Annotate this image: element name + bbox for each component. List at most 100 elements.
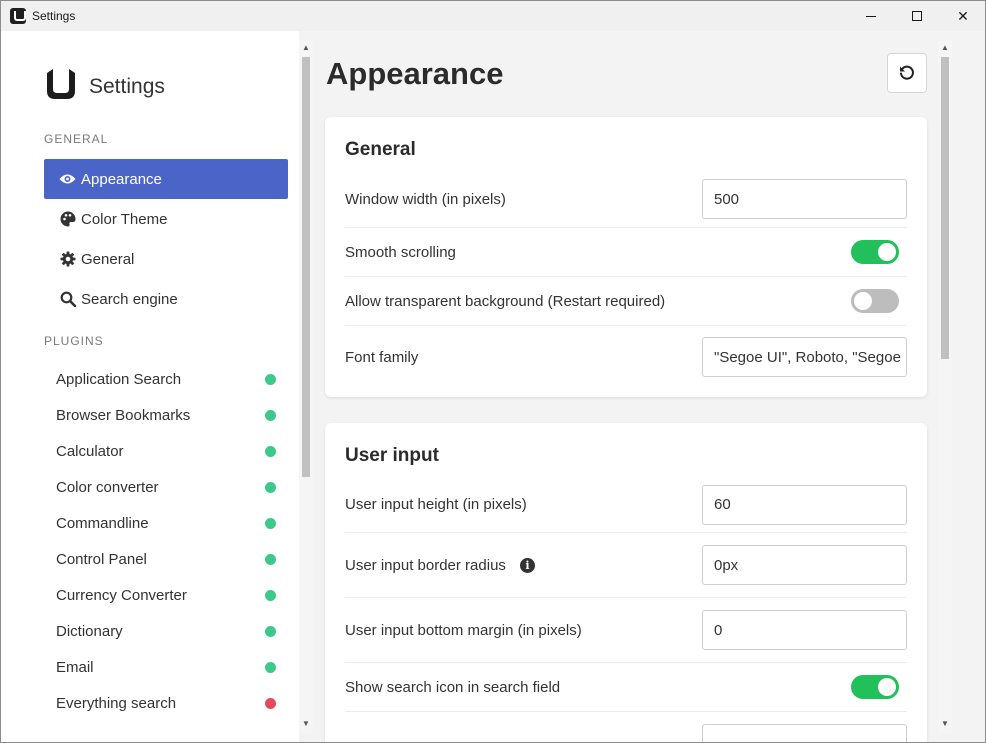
sidebar-item-general[interactable]: General <box>44 239 288 279</box>
setting-label: User input border radius i <box>345 557 535 574</box>
sidebar-item-email[interactable]: Email <box>56 649 278 685</box>
plugin-label: Everything search <box>56 694 177 712</box>
palette-icon <box>59 211 76 228</box>
sidebar-item-currency-converter[interactable]: Currency Converter <box>56 577 278 613</box>
section-label-general: GENERAL <box>44 132 109 146</box>
setting-row-input-height: User input height (in pixels) 60 <box>345 477 907 533</box>
sidebar-item-everything-search[interactable]: Everything search <box>56 685 278 721</box>
maximize-icon <box>912 11 922 21</box>
sidebar-item-color-theme[interactable]: Color Theme <box>44 199 288 239</box>
status-dot-disabled <box>265 697 276 709</box>
search-icon <box>59 291 76 308</box>
setting-label: Allow transparent background (Restart re… <box>345 292 666 310</box>
toggle-knob <box>878 678 896 696</box>
minimize-button[interactable] <box>848 1 894 31</box>
setting-label-text: User input border radius <box>345 556 506 574</box>
plugin-label: Currency Converter <box>56 586 187 604</box>
section-label-plugins: PLUGINS <box>44 334 104 348</box>
plugin-label: Color converter <box>56 478 159 496</box>
main-content: Appearance General Window width (in pixe… <box>313 31 937 742</box>
status-dot-enabled <box>265 409 276 421</box>
sidebar-item-application-search[interactable]: Application Search <box>56 361 278 397</box>
sidebar-item-label: Appearance <box>81 170 162 188</box>
status-dot-enabled <box>265 589 276 601</box>
toggle-knob <box>854 292 872 310</box>
app-logo-icon <box>10 8 26 24</box>
status-dot-enabled <box>265 373 276 385</box>
eye-icon <box>59 171 76 188</box>
plugin-label: Commandline <box>56 514 149 532</box>
sidebar-item-control-panel[interactable]: Control Panel <box>56 541 278 577</box>
user-input-card: User input User input height (in pixels)… <box>325 423 927 742</box>
sidebar-item-color-converter[interactable]: Color converter <box>56 469 278 505</box>
setting-row-smooth-scrolling: Smooth scrolling <box>345 228 907 277</box>
setting-label: Show search icon in search field <box>345 678 561 696</box>
status-dot-enabled <box>265 553 276 565</box>
plugin-label: Email <box>56 658 94 676</box>
bottom-margin-input[interactable]: 0 <box>702 610 907 650</box>
sidebar-item-label: General <box>81 250 135 268</box>
general-card: General Window width (in pixels) 500 Smo… <box>325 117 927 397</box>
plugin-label: Application Search <box>56 370 182 388</box>
scroll-down-arrow-icon[interactable]: ▼ <box>299 717 313 729</box>
smooth-scrolling-toggle[interactable] <box>851 240 899 264</box>
scroll-down-arrow-icon[interactable]: ▼ <box>938 717 952 729</box>
sidebar-scrollbar[interactable]: ▲ ▼ <box>299 41 313 733</box>
status-dot-enabled <box>265 481 276 493</box>
setting-row-border-radius: User input border radius i 0px <box>345 533 907 598</box>
title-bar: Settings ✕ <box>1 1 985 31</box>
font-family-input[interactable]: "Segoe UI", Roboto, "Segoe <box>702 337 907 377</box>
sidebar-item-search-engine[interactable]: Search engine <box>44 279 288 319</box>
reset-button[interactable] <box>887 53 927 93</box>
scroll-up-arrow-icon[interactable]: ▲ <box>299 41 313 53</box>
sidebar-scroll-thumb[interactable] <box>302 57 310 477</box>
close-icon: ✕ <box>957 7 969 24</box>
setting-row-show-search-icon: Show search icon in search field <box>345 663 907 712</box>
status-dot-enabled <box>265 661 276 673</box>
show-search-icon-toggle[interactable] <box>851 675 899 699</box>
scroll-up-arrow-icon[interactable]: ▲ <box>938 41 952 53</box>
sidebar-item-label: Color Theme <box>81 210 168 228</box>
sidebar: Settings GENERAL Appearance Color Theme … <box>1 31 299 742</box>
gear-icon <box>59 251 76 268</box>
sidebar-item-appearance[interactable]: Appearance <box>44 159 288 199</box>
window-title: Settings <box>32 9 76 23</box>
sidebar-item-calculator[interactable]: Calculator <box>56 433 278 469</box>
card-title-user-input: User input <box>345 445 439 466</box>
plugin-label: Calculator <box>56 442 124 460</box>
border-radius-input[interactable]: 0px <box>702 545 907 585</box>
window-width-input[interactable]: 500 <box>702 179 907 219</box>
status-dot-enabled <box>265 625 276 637</box>
transparent-background-toggle[interactable] <box>851 289 899 313</box>
plugin-label: Control Panel <box>56 550 147 568</box>
sidebar-item-commandline[interactable]: Commandline <box>56 505 278 541</box>
plugin-label: Dictionary <box>56 622 123 640</box>
status-dot-enabled <box>265 445 276 457</box>
setting-row-partial <box>345 712 907 742</box>
setting-row-bottom-margin: User input bottom margin (in pixels) 0 <box>345 598 907 663</box>
setting-label: User input bottom margin (in pixels) <box>345 621 582 639</box>
close-button[interactable]: ✕ <box>940 1 985 31</box>
setting-label: Smooth scrolling <box>345 243 456 261</box>
setting-label: Font family <box>345 348 419 366</box>
page-title: Appearance <box>326 56 504 91</box>
settings-window: Settings ✕ Settings GENERAL Appearance C… <box>0 0 986 743</box>
plugin-label: Browser Bookmarks <box>56 406 191 424</box>
sidebar-item-dictionary[interactable]: Dictionary <box>56 613 278 649</box>
brand-logo-icon <box>47 69 75 99</box>
setting-row-window-width: Window width (in pixels) 500 <box>345 171 907 228</box>
setting-row-transparent-background: Allow transparent background (Restart re… <box>345 277 907 326</box>
main-scroll-thumb[interactable] <box>941 57 949 359</box>
card-title-general: General <box>345 139 416 160</box>
toggle-knob <box>878 243 896 261</box>
main-scrollbar[interactable]: ▲ ▼ <box>938 41 952 733</box>
partial-input[interactable] <box>702 724 907 742</box>
maximize-button[interactable] <box>894 1 940 31</box>
sidebar-item-label: Search engine <box>81 290 178 308</box>
sidebar-item-browser-bookmarks[interactable]: Browser Bookmarks <box>56 397 278 433</box>
input-height-input[interactable]: 60 <box>702 484 907 525</box>
setting-label: Window width (in pixels) <box>345 190 506 208</box>
info-icon[interactable]: i <box>519 557 535 573</box>
reset-icon <box>900 65 914 80</box>
brand: Settings <box>45 67 165 101</box>
